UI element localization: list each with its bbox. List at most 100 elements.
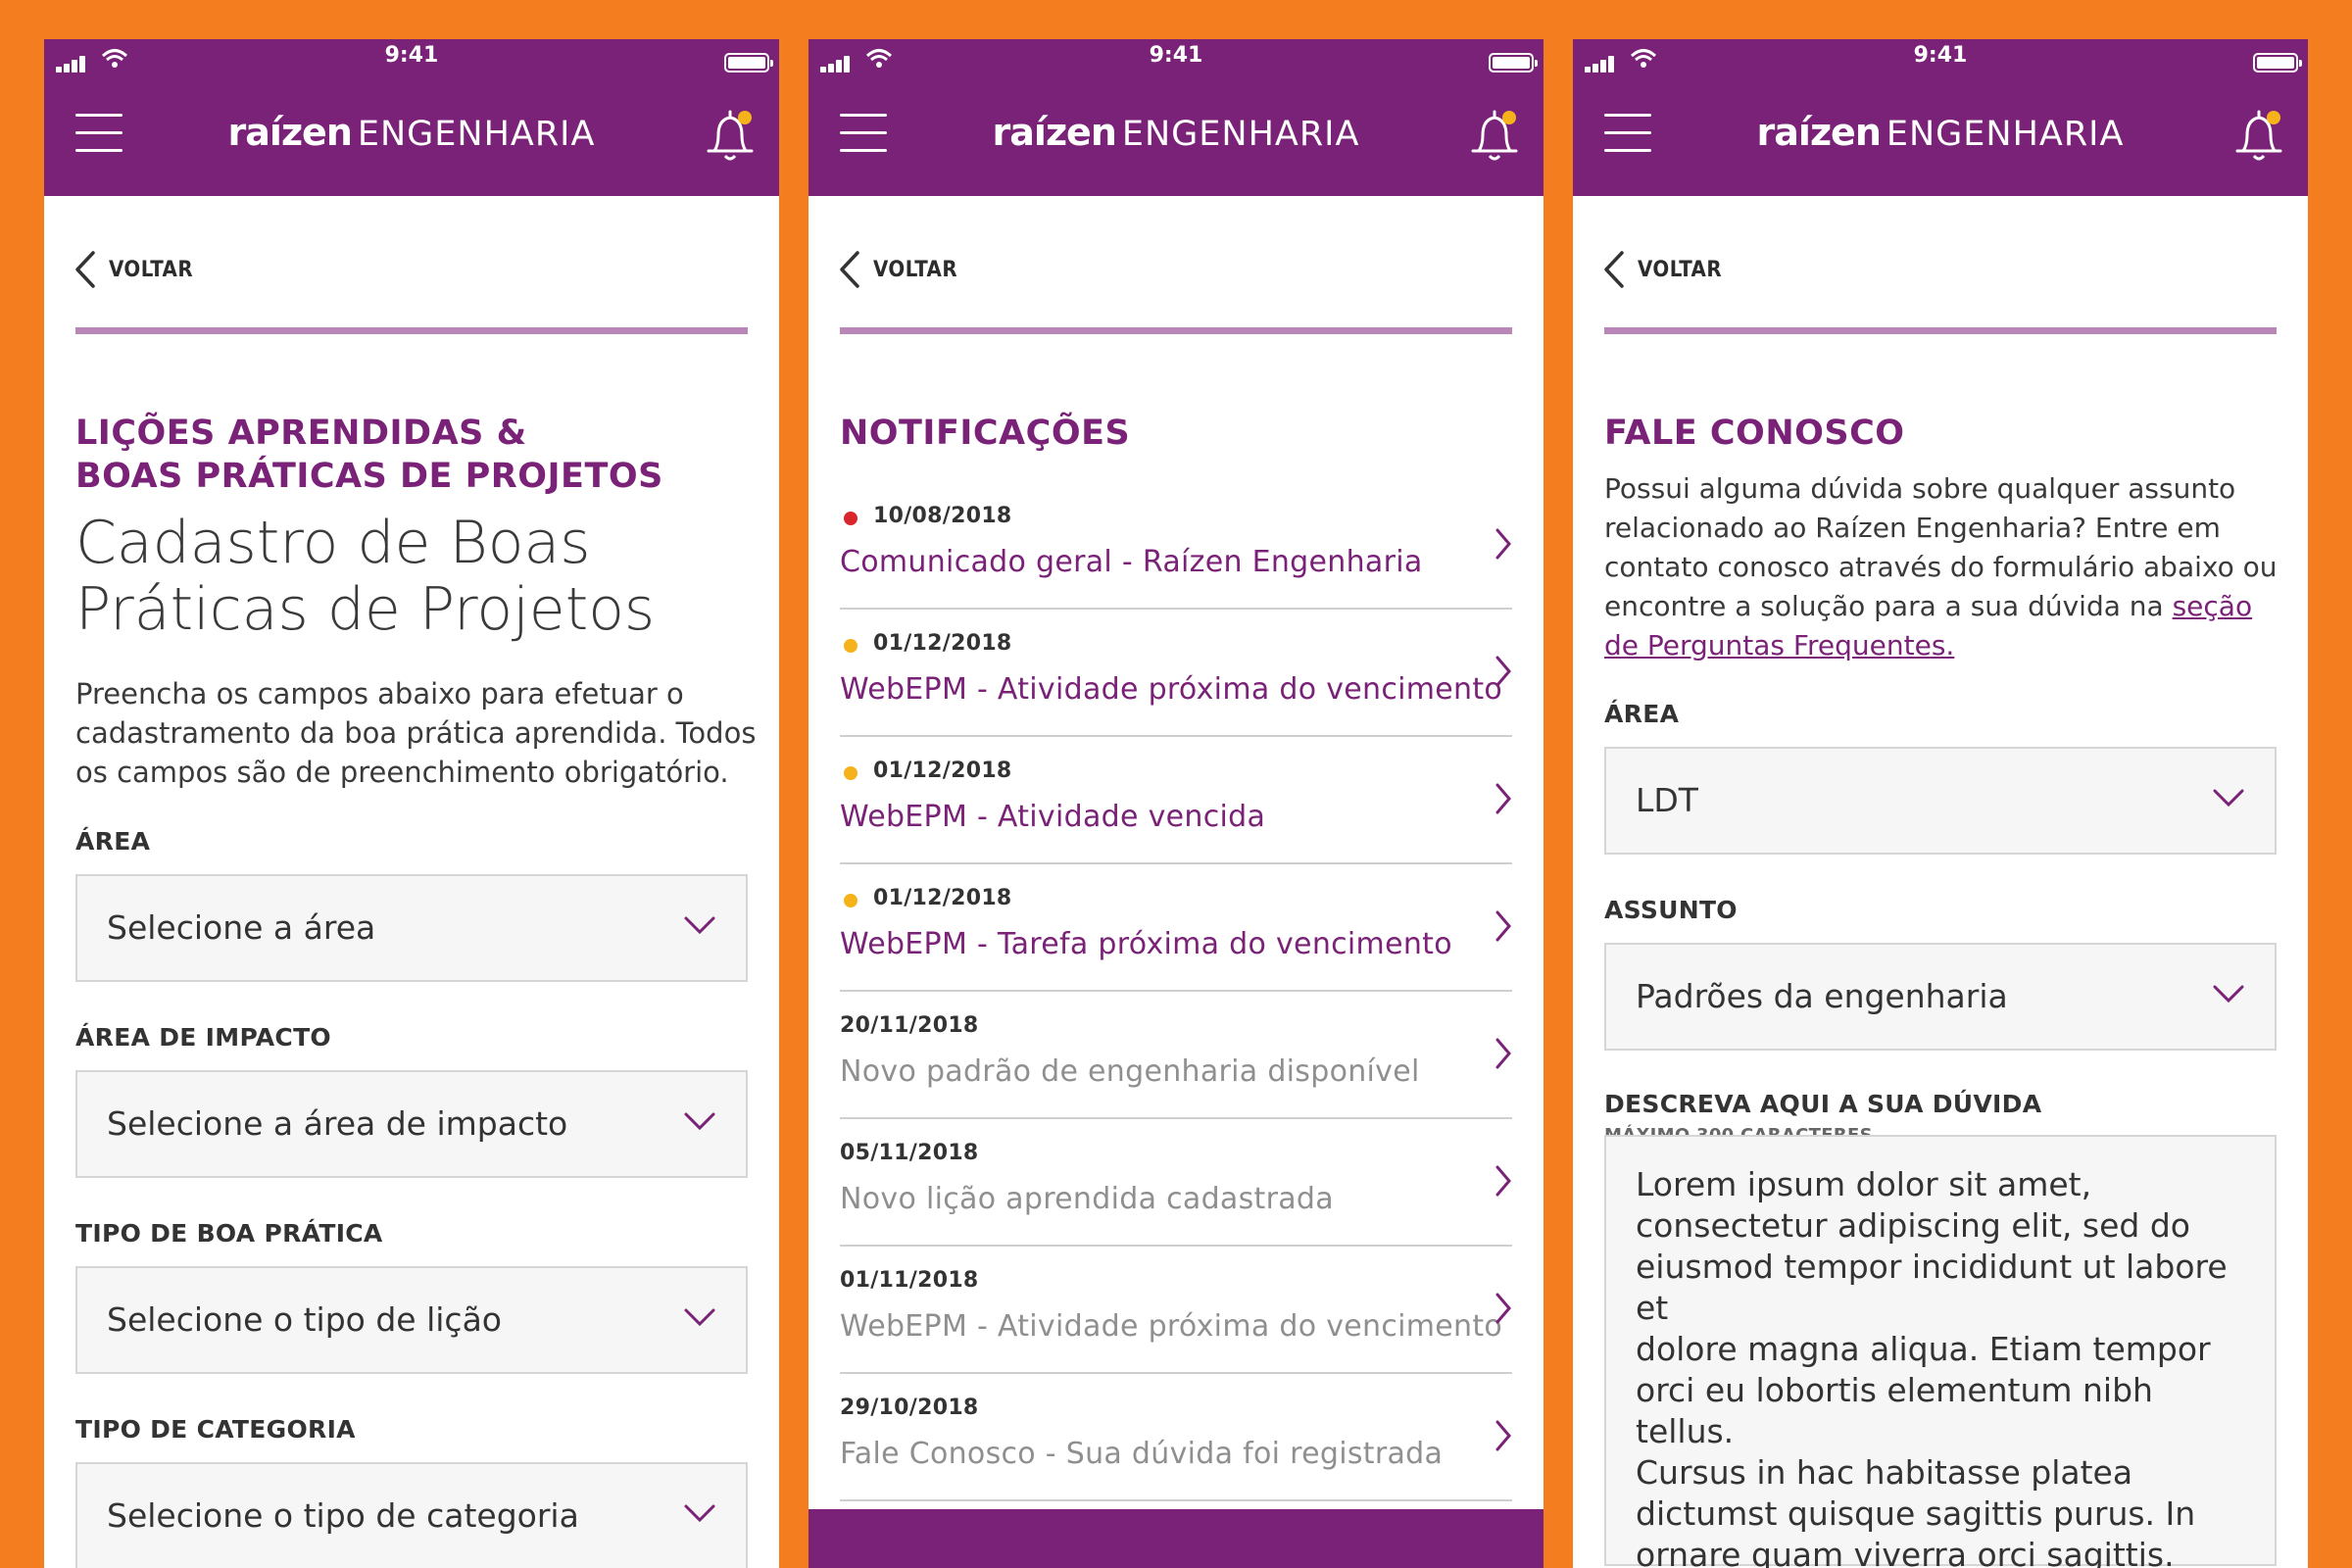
- notification-date: 01/11/2018: [840, 1268, 979, 1293]
- select-impact-area[interactable]: Selecione a área de impacto: [75, 1070, 748, 1178]
- unread-dot: [844, 639, 858, 653]
- faq-link-part1[interactable]: seção: [2173, 590, 2253, 622]
- brand-name: raízen: [227, 111, 353, 154]
- brand-suffix: ENGENHARIA: [1121, 115, 1360, 154]
- select-category-type-value: Selecione o tipo de categoria: [107, 1496, 579, 1535]
- notification-item[interactable]: 01/12/2018 WebEPM - Atividade próxima do …: [840, 610, 1512, 737]
- field-label-area: ÁREA: [1604, 700, 1680, 728]
- intro-text-line2: relacionado ao Raízen Engenharia? Entre …: [1604, 512, 2221, 544]
- chevron-right-icon: [1495, 910, 1511, 942]
- chevron-right-icon: [1495, 1420, 1511, 1451]
- chevron-down-icon: [684, 1504, 715, 1523]
- chevron-left-icon: [1604, 251, 1624, 288]
- question-line: dolore magna aliqua. Etiam tempor: [1636, 1330, 2211, 1368]
- question-line: Cursus in hac habitasse platea: [1636, 1453, 2133, 1492]
- field-label-area: ÁREA: [75, 827, 151, 856]
- select-category-type[interactable]: Selecione o tipo de categoria: [75, 1462, 748, 1568]
- bell-icon[interactable]: [2230, 106, 2288, 165]
- notification-date: 29/10/2018: [840, 1396, 979, 1420]
- field-label-question: DESCREVA AQUI A SUA DÚVIDA: [1604, 1090, 2042, 1118]
- notification-item[interactable]: 01/12/2018 WebEPM - Atividade vencida: [840, 737, 1512, 864]
- select-subject-value: Padrões da engenharia: [1636, 977, 2008, 1015]
- bell-icon[interactable]: [1465, 106, 1524, 165]
- chevron-down-icon: [684, 1308, 715, 1327]
- page-title: FALE CONOSCO: [1604, 414, 1905, 453]
- status-bar: 9:41: [808, 39, 1544, 88]
- select-impact-area-value: Selecione a área de impacto: [107, 1104, 568, 1143]
- notification-date: 05/11/2018: [840, 1141, 979, 1165]
- status-time: 9:41: [1149, 43, 1203, 68]
- intro-text-line3: os campos são de preenchimento obrigatór…: [75, 756, 729, 789]
- brand-logo: raízen ENGENHARIA: [1573, 106, 2308, 161]
- notification-item[interactable]: 29/10/2018 Fale Conosco - Sua dúvida foi …: [840, 1374, 1512, 1501]
- status-bar: 9:41: [44, 39, 779, 88]
- notification-date: 01/12/2018: [873, 631, 1012, 656]
- status-time: 9:41: [1913, 43, 1968, 68]
- question-line: consectetur adipiscing elit, sed do: [1636, 1206, 2190, 1245]
- notification-item[interactable]: 01/12/2018 WebEPM - Tarefa próxima do ven…: [840, 864, 1512, 992]
- chevron-down-icon: [684, 1112, 715, 1131]
- notification-item[interactable]: 05/11/2018 Novo lição aprendida cadastrad…: [840, 1119, 1512, 1247]
- unread-dot: [844, 894, 858, 907]
- back-button[interactable]: VOLTAR: [838, 245, 957, 294]
- brand-logo: raízen ENGENHARIA: [44, 106, 779, 161]
- divider: [75, 327, 748, 334]
- intro-text-line5: de Perguntas Frequentes.: [1604, 626, 1954, 665]
- select-area[interactable]: LDT: [1604, 747, 2277, 855]
- notification-title: WebEPM - Atividade vencida: [840, 800, 1266, 834]
- select-practice-type-value: Selecione o tipo de lição: [107, 1300, 502, 1339]
- intro-text-line2: cadastramento da boa prática aprendida. …: [75, 716, 757, 750]
- back-label: VOLTAR: [873, 257, 958, 282]
- notification-item[interactable]: 10/08/2018 Comunicado geral - Raízen Enge…: [840, 482, 1512, 610]
- select-subject[interactable]: Padrões da engenharia: [1604, 943, 2277, 1051]
- chevron-left-icon: [840, 251, 859, 288]
- select-area-value: LDT: [1636, 781, 1698, 819]
- notification-date: 01/12/2018: [873, 759, 1012, 783]
- footer-bar: [808, 1509, 1544, 1568]
- faq-link-part2[interactable]: de Perguntas Frequentes.: [1604, 629, 1954, 662]
- back-label: VOLTAR: [109, 257, 194, 282]
- intro-text-line1: Preencha os campos abaixo para efetuar o: [75, 677, 684, 710]
- field-label-impact-area: ÁREA DE IMPACTO: [75, 1023, 331, 1052]
- notification-title: Novo padrão de engenharia disponível: [840, 1054, 1420, 1089]
- chevron-right-icon: [1495, 1293, 1511, 1324]
- question-line: ornare quam viverra orci sagittis.: [1636, 1536, 2175, 1568]
- notification-date: 20/11/2018: [840, 1013, 979, 1038]
- field-label-practice-type: TIPO DE BOA PRÁTICA: [75, 1219, 383, 1248]
- back-button[interactable]: VOLTAR: [74, 245, 193, 294]
- question-line: orci eu lobortis elementum nibh tellus.: [1636, 1371, 2153, 1450]
- brand-name: raízen: [1756, 111, 1882, 154]
- chevron-right-icon: [1495, 1038, 1511, 1069]
- select-area[interactable]: Selecione a área: [75, 874, 748, 982]
- status-bar: 9:41: [1573, 39, 2308, 88]
- notification-item[interactable]: 20/11/2018 Novo padrão de engenharia disp…: [840, 992, 1512, 1119]
- app-header: 9:41 raízen ENGENHARIA: [44, 39, 779, 196]
- notification-title: Fale Conosco - Sua dúvida foi registrada: [840, 1437, 1444, 1471]
- chevron-right-icon: [1495, 783, 1511, 814]
- bell-icon[interactable]: [701, 106, 760, 165]
- brand-suffix: ENGENHARIA: [1886, 115, 2125, 154]
- question-line: dictumst quisque sagittis purus. In: [1636, 1494, 2196, 1533]
- app-header: 9:41 raízen ENGENHARIA: [1573, 39, 2308, 196]
- notification-title: Novo lição aprendida cadastrada: [840, 1182, 1334, 1216]
- app-header: 9:41 raízen ENGENHARIA: [808, 39, 1544, 196]
- divider: [1604, 327, 2277, 334]
- page-title-line1: Cadastro de Boas: [75, 509, 591, 577]
- section-title-line1: LIÇÕES APRENDIDAS &: [75, 414, 527, 453]
- field-label-category-type: TIPO DE CATEGORIA: [75, 1415, 356, 1444]
- intro-text-line1: Possui alguma dúvida sobre qualquer assu…: [1604, 472, 2236, 505]
- brand-suffix: ENGENHARIA: [357, 115, 596, 154]
- page-title: NOTIFICAÇÕES: [840, 414, 1131, 453]
- question-textarea[interactable]: Lorem ipsum dolor sit amet, consectetur …: [1604, 1135, 2277, 1568]
- chevron-down-icon: [684, 916, 715, 935]
- chevron-down-icon: [2213, 789, 2244, 808]
- select-practice-type[interactable]: Selecione o tipo de lição: [75, 1266, 748, 1374]
- back-button[interactable]: VOLTAR: [1602, 245, 1722, 294]
- notification-item[interactable]: 01/11/2018 WebEPM - Atividade próxima do …: [840, 1247, 1512, 1374]
- brand-logo: raízen ENGENHARIA: [808, 106, 1544, 161]
- screen-licoes-aprendidas: 9:41 raízen ENGENHARIA VOLTAR LIÇÕES APRE…: [44, 39, 779, 1568]
- notification-title: WebEPM - Atividade próxima do vencimento: [840, 672, 1503, 707]
- question-line: eiusmod tempor incididunt ut labore et: [1636, 1248, 2228, 1327]
- notification-title: WebEPM - Tarefa próxima do vencimento: [840, 927, 1452, 961]
- intro-text-line4-text: encontre a solução para a sua dúvida na: [1604, 590, 2173, 622]
